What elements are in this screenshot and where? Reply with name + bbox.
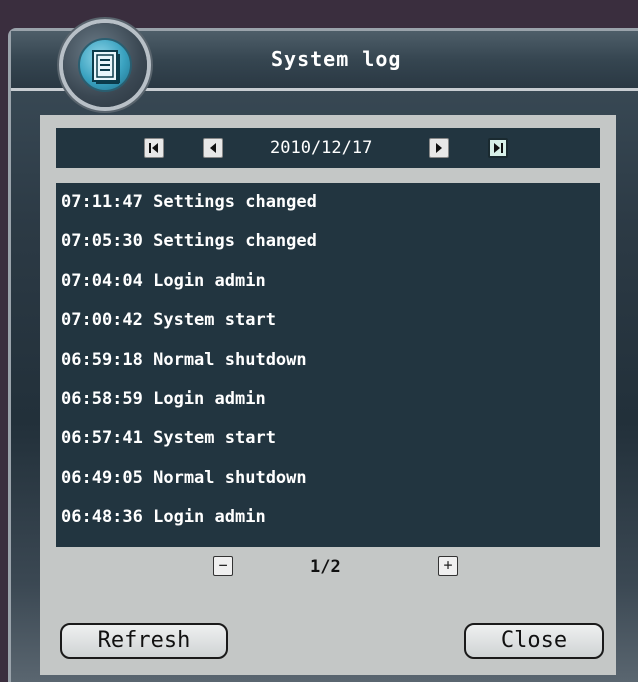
last-date-button[interactable] [488,138,508,158]
previous-page-button[interactable]: − [213,556,233,576]
refresh-button[interactable]: Refresh [60,623,228,659]
triangle-right-icon [436,143,442,153]
log-panel: 2010/12/17 07:11:47 Settings changed 07:… [40,115,616,675]
window-title: System log [271,47,402,71]
log-entry[interactable]: 06:48:36 Login admin [56,498,600,537]
log-entry-list[interactable]: 07:11:47 Settings changed 07:05:30 Setti… [56,183,600,547]
title-bar: System log [11,23,638,107]
next-page-button[interactable]: + [438,556,458,576]
log-entry[interactable]: 06:58:59 Login admin [56,380,600,419]
first-date-button[interactable] [144,138,164,158]
document-icon [78,38,132,92]
system-log-window: System log 2010/12/17 07:11:47 Settings … [8,23,638,682]
page-indicator: 1/2 [310,557,341,577]
log-entry[interactable]: 07:11:47 Settings changed [56,183,600,222]
current-date: 2010/12/17 [270,138,373,158]
skip-to-end-icon [494,143,503,153]
log-entry[interactable]: 06:57:41 System start [56,419,600,458]
previous-date-button[interactable] [203,138,223,158]
log-entry[interactable]: 07:05:30 Settings changed [56,222,600,261]
next-date-button[interactable] [429,138,449,158]
log-app-icon [63,23,147,107]
skip-to-start-icon [149,143,158,153]
date-navigation-bar: 2010/12/17 [56,128,600,168]
triangle-left-icon [210,143,216,153]
log-entry[interactable]: 07:00:42 System start [56,301,600,340]
log-entry[interactable]: 06:49:05 Normal shutdown [56,459,600,498]
log-entry[interactable]: 07:04:04 Login admin [56,262,600,301]
close-button[interactable]: Close [464,623,604,659]
log-entry[interactable]: 06:59:18 Normal shutdown [56,341,600,380]
